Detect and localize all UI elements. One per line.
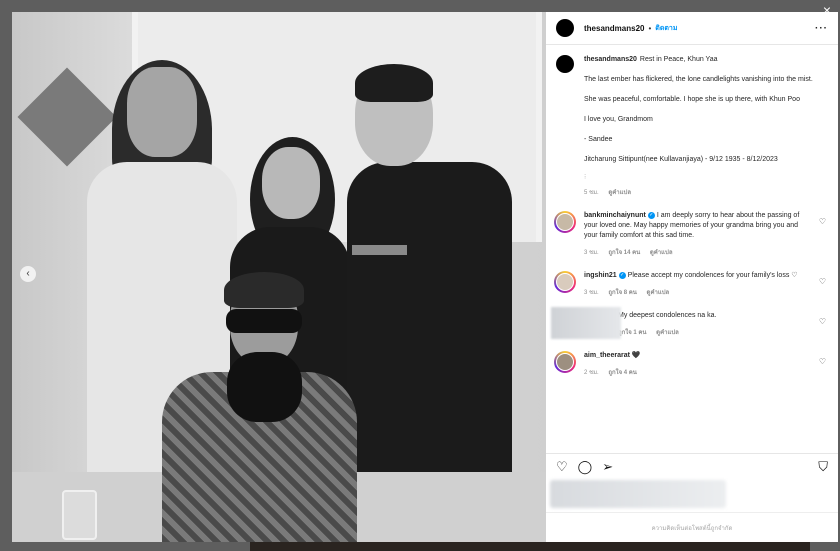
share-send-icon[interactable]: ➢ [602,460,613,474]
redacted-commenter [551,307,621,339]
header-separator: • [648,23,652,33]
commenter-avatar[interactable] [554,211,576,233]
post-header: thesandmans20 • ติดตาม ··· [546,12,838,45]
comment-body: bankminchaiynunt ✓ I am deeply sorry to he… [584,211,828,257]
comment-item: ingshin21 ✓ Please accept my condolences f… [554,271,828,297]
caption-body: thesandmans20 Rest in Peace, Khun Yaa The… [584,55,828,197]
comment-likes[interactable]: ถูกใจ 8 คน [608,290,637,296]
comment-likes[interactable]: ถูกใจ 14 คน [608,250,640,256]
comment-like-heart-icon[interactable]: ♡ [819,357,826,366]
caption-username[interactable]: thesandmans20 [584,56,637,63]
person-4-sunglasses [226,309,302,333]
comment-item: bankminchaiynunt ✓ I am deeply sorry to he… [554,211,828,257]
comment-text-line: My deepest condolences na ka. [618,311,810,321]
backdrop-strip [250,541,810,551]
comment-like-heart-icon[interactable]: ♡ [819,217,826,226]
comment-time: 3 ชม. [584,250,599,256]
redacted-likes-summary [550,480,726,508]
caption-time: 5 ชม. [584,190,599,196]
commenter-avatar[interactable] [554,351,576,373]
comment-body: My deepest condolences na ka. ถูกใจ 1 คน… [618,311,828,337]
author-username[interactable]: thesandmans20 [584,24,644,33]
comment-text-line: bankminchaiynunt ✓ I am deeply sorry to he… [584,211,810,241]
comment-meta: 3 ชม. ถูกใจ 8 คน ดูคำแปล [584,287,810,297]
caption-meta: 5 ชม. ดูคำแปล [584,187,828,197]
verified-badge-icon: ✓ [647,211,655,219]
comment-meta: 3 ชม. ถูกใจ 14 คน ดูคำแปล [584,247,810,257]
comment-text-line: ingshin21 ✓ Please accept my condolences f… [584,271,810,281]
comment-text: Please accept my condolences for your fa… [627,272,798,279]
comment-likes[interactable]: ถูกใจ 4 คน [608,370,637,376]
save-bookmark-icon[interactable]: ⛉ [818,460,828,474]
person-2-face [262,147,320,219]
author-avatar[interactable] [556,19,574,37]
caption-paragraph: I love you, Grandmom [584,116,653,123]
comment-body: ingshin21 ✓ Please accept my condolences f… [584,271,828,297]
person-4-hair [224,272,304,308]
photo-glass [62,490,97,540]
person-3-name-tag [352,245,407,255]
post-actions: ♡ ◯ ➢ ⛉ ความคิดเห็นต่อโพสต์นี้ถูกจำกัด [546,453,838,542]
prev-post-arrow-icon[interactable]: ‹ [20,266,36,282]
caption-edited-mark: ⁝ [584,174,587,181]
comment-translate-link[interactable]: ดูคำแปล [650,250,673,256]
person-3-hair [355,64,433,102]
comment-item: My deepest condolences na ka. ถูกใจ 1 คน… [551,307,828,339]
comment-body: aim_theerarat 🖤 2 ชม. ถูกใจ 4 คน [584,351,828,377]
person-4-scarf [227,352,302,422]
commenter-username[interactable]: bankminchaiynunt [584,212,646,219]
like-heart-icon[interactable]: ♡ [556,460,568,474]
comment-meta: ถูกใจ 1 คน ดูคำแปล [618,327,810,337]
verified-badge-icon: ✓ [618,271,626,279]
more-options-icon[interactable]: ··· [815,23,828,34]
caption-avatar[interactable] [556,55,574,73]
comment-time: 3 ชม. [584,290,599,296]
caption-paragraph: Jitcharung Sittipunt(nee Kullavanjiaya) … [584,156,778,163]
comment-likes[interactable]: ถูกใจ 1 คน [618,330,647,336]
comment-translate-link[interactable]: ดูคำแปล [656,330,679,336]
caption-paragraph: - Sandee [584,136,613,143]
caption-title: Rest in Peace, Khun Yaa [639,56,718,63]
comment-like-heart-icon[interactable]: ♡ [819,317,826,326]
comment-text: 🖤 [631,352,641,359]
caption: thesandmans20 Rest in Peace, Khun Yaa The… [556,55,828,197]
comment-like-heart-icon[interactable]: ♡ [819,277,826,286]
comment-bubble-icon[interactable]: ◯ [578,460,593,474]
comments-list[interactable]: thesandmans20 Rest in Peace, Khun Yaa The… [546,45,838,453]
post-side-panel: thesandmans20 • ติดตาม ··· thesandmans20… [546,12,838,542]
caption-paragraph: She was peaceful, comfortable. I hope sh… [584,96,800,103]
caption-translate-link[interactable]: ดูคำแปล [608,190,631,196]
comment-time: 2 ชม. [584,370,599,376]
post-photo [12,12,546,542]
comment-translate-link[interactable]: ดูคำแปล [647,290,670,296]
caption-first-line: thesandmans20 Rest in Peace, Khun Yaa [584,55,828,65]
comment-text: My deepest condolences na ka. [618,312,717,319]
commenter-username[interactable]: aim_theerarat [584,352,630,359]
commenter-username[interactable]: ingshin21 [584,272,617,279]
comment-meta: 2 ชม. ถูกใจ 4 คน [584,367,810,377]
action-bar: ♡ ◯ ➢ ⛉ [546,454,838,474]
next-comment-cutoff [556,387,828,393]
follow-button[interactable]: ติดตาม [655,23,677,34]
comments-restricted-notice: ความคิดเห็นต่อโพสต์นี้ถูกจำกัด [546,512,838,542]
caption-paragraph: The last ember has flickered, the lone c… [584,76,813,83]
person-1-face [127,67,197,157]
commenter-avatar[interactable] [554,271,576,293]
comment-text-line: aim_theerarat 🖤 [584,351,810,361]
comment-item: aim_theerarat 🖤 2 ชม. ถูกใจ 4 คน ♡ [554,351,828,377]
